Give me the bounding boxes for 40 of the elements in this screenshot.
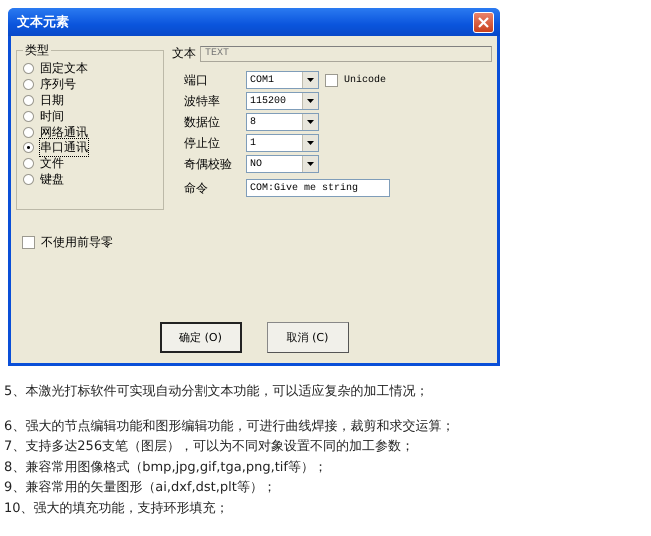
cancel-button[interactable]: 取消 (C) xyxy=(266,322,348,353)
close-button[interactable] xyxy=(473,12,494,32)
leading-zero-checkbox[interactable]: 不使用前导零 xyxy=(22,234,113,251)
dropdown-arrow-icon xyxy=(307,141,314,145)
field-label: 端口 xyxy=(184,72,209,88)
field-label: 停止位 xyxy=(184,134,221,152)
close-icon xyxy=(478,16,489,28)
window-title: 文本元素 xyxy=(17,14,69,31)
field-label: 奇偶校验 xyxy=(184,156,233,172)
dropdown-arrow-icon xyxy=(307,162,314,166)
radio-option[interactable]: 时间 xyxy=(23,108,64,124)
dropdown-arrow-icon xyxy=(307,99,314,103)
radio-option[interactable]: 网络通讯 xyxy=(23,124,88,140)
radio-option[interactable]: 键盘 xyxy=(23,172,64,188)
feature-text: 6、强大的节点编辑功能和图形编辑功能，可进行曲线焊接，裁剪和求交运算； xyxy=(4,418,456,436)
feature-text: 9、兼容常用的矢量图形（ai,dxf,dst,plt等）； xyxy=(4,479,277,497)
command-field[interactable]: COM:Give me string xyxy=(246,179,390,197)
feature-text: 10、强大的填充功能，支持环形填充； xyxy=(4,500,230,518)
feature-text: 5、本激光打标软件可实现自动分割文本功能，可以适应复杂的加工情况； xyxy=(4,383,430,401)
radio-option[interactable]: 固定文本 xyxy=(23,61,88,77)
field-label: 文本 xyxy=(172,45,196,62)
radio-option[interactable]: 日期 xyxy=(23,92,64,108)
feature-text: 8、兼容常用图像格式（bmp,jpg,gif,tga,png,tif等）； xyxy=(4,458,328,476)
dropdown[interactable]: 8 xyxy=(246,113,319,131)
dropdown[interactable]: 1 xyxy=(246,134,319,152)
dropdown-arrow-icon xyxy=(307,120,314,124)
dropdown[interactable]: NO xyxy=(246,155,319,173)
field-label: 数据位 xyxy=(184,114,221,130)
group-title: 类型 xyxy=(24,42,50,59)
unicode-checkbox[interactable]: Unicode xyxy=(319,74,386,86)
radio-option[interactable]: 串口通讯 xyxy=(23,140,88,156)
ok-button[interactable]: 确定 (O) xyxy=(160,322,242,353)
field-label: 命令 xyxy=(184,180,209,196)
field-label: 波特率 xyxy=(184,92,221,110)
radio-option[interactable]: 序列号 xyxy=(23,76,76,93)
dropdown-arrow-icon xyxy=(307,78,314,82)
feature-text: 7、支持多达256支笔（图层），可以为不同对象设置不同的加工参数； xyxy=(4,438,416,456)
dropdown[interactable]: 115200 xyxy=(246,92,319,110)
radio-option[interactable]: 文件 xyxy=(23,156,64,172)
dropdown[interactable]: COM1 xyxy=(246,71,319,89)
